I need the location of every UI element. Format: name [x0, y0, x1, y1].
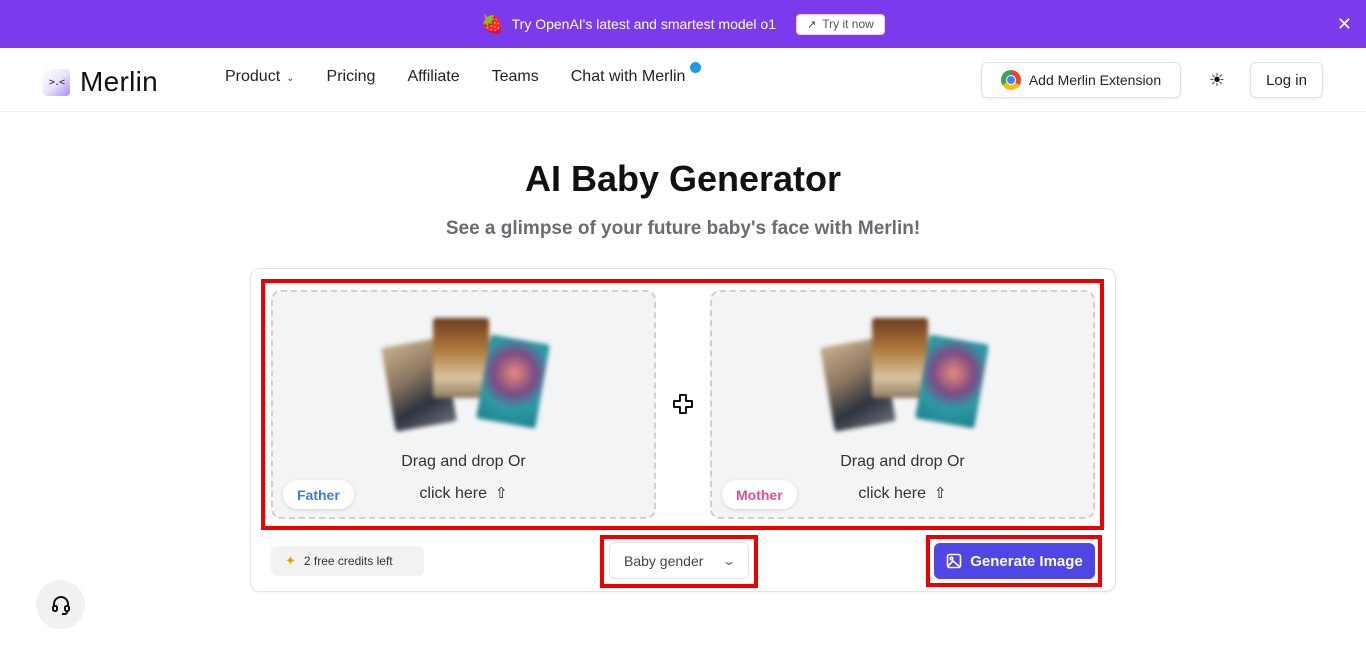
- try-it-now-button[interactable]: ↗ Try it now: [796, 13, 885, 35]
- upload-icon: ⇧: [934, 485, 947, 502]
- nav-teams-label: Teams: [491, 68, 539, 85]
- nav-chat-with-merlin[interactable]: Chat with Merlin: [570, 62, 702, 86]
- login-button[interactable]: Log in: [1250, 62, 1323, 98]
- dropzone-line1: Drag and drop Or: [840, 453, 965, 470]
- nav-chat-label: Chat with Merlin: [570, 68, 686, 85]
- plus-icon: [673, 394, 693, 414]
- page-subtitle: See a glimpse of your future baby's face…: [445, 218, 921, 239]
- nav-pricing[interactable]: Pricing: [327, 68, 376, 86]
- father-dropzone[interactable]: Drag and drop Or click here ⇧ Father: [271, 290, 656, 519]
- nav-product[interactable]: Product ⌄: [225, 68, 295, 86]
- generate-image-label: Generate Image: [970, 552, 1083, 570]
- father-label: Father: [283, 480, 354, 509]
- promo-text: Try OpenAI's latest and smartest model o…: [511, 16, 777, 32]
- sun-icon: ☀: [1208, 69, 1226, 90]
- sample-photos-image: [820, 314, 992, 434]
- dropzone-line1: Drag and drop Or: [401, 453, 526, 470]
- mother-dropzone[interactable]: Drag and drop Or click here ⇧ Mother: [710, 290, 1095, 519]
- support-button[interactable]: [36, 580, 85, 629]
- image-icon: [946, 553, 962, 569]
- logo-text: Merlin: [80, 66, 159, 97]
- generate-image-button[interactable]: Generate Image: [934, 543, 1095, 579]
- mother-label: Mother: [722, 480, 797, 509]
- sparkle-icon: ✦: [285, 553, 296, 568]
- notification-dot: [690, 62, 702, 73]
- add-extension-label: Add Merlin Extension: [1028, 72, 1162, 88]
- sample-photos-image: [381, 314, 553, 434]
- site-header: >.< Merlin Product ⌄ Pricing Affiliate T…: [0, 48, 1366, 112]
- chevron-down-icon: ⌄: [721, 553, 737, 568]
- baby-gender-placeholder: Baby gender: [624, 552, 704, 569]
- headset-icon: [51, 595, 70, 615]
- upload-icon: ⇧: [495, 485, 508, 502]
- arrow-up-right-icon: ↗: [807, 18, 817, 31]
- baby-gender-select[interactable]: Baby gender ⌄: [609, 542, 749, 579]
- promo-banner: 🍓 Try OpenAI's latest and smartest model…: [0, 0, 1366, 48]
- click-here-link[interactable]: click here: [419, 485, 487, 502]
- try-it-now-label: Try it now: [822, 17, 874, 31]
- strawberry-icon: 🍓: [481, 14, 504, 34]
- chrome-icon: [1000, 70, 1021, 90]
- main-nav: Product ⌄ Pricing Affiliate Teams Chat w…: [225, 62, 717, 86]
- nav-product-label: Product: [225, 68, 281, 85]
- close-icon[interactable]: ✕: [1337, 14, 1352, 34]
- nav-teams[interactable]: Teams: [492, 68, 539, 86]
- credits-text: 2 free credits left: [303, 554, 393, 568]
- chevron-down-icon: ⌄: [286, 72, 295, 84]
- theme-toggle-button[interactable]: ☀: [1205, 68, 1229, 92]
- nav-affiliate[interactable]: Affiliate: [407, 68, 459, 86]
- merlin-logo[interactable]: >.< Merlin: [43, 66, 158, 98]
- merlin-logo-icon: >.<: [43, 68, 70, 96]
- nav-pricing-label: Pricing: [326, 68, 376, 85]
- credits-badge: ✦ 2 free credits left: [271, 546, 424, 576]
- nav-affiliate-label: Affiliate: [407, 68, 460, 85]
- add-extension-button[interactable]: Add Merlin Extension: [981, 62, 1181, 98]
- page-title: AI Baby Generator: [524, 158, 842, 199]
- click-here-link[interactable]: click here: [858, 485, 926, 502]
